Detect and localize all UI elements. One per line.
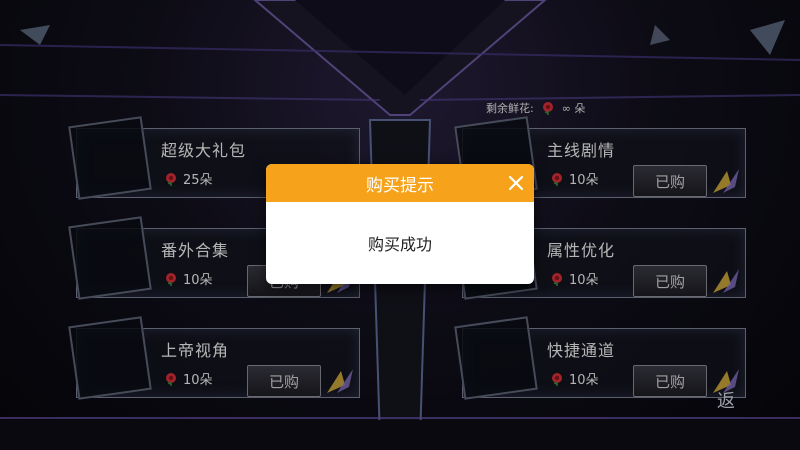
purchase-dialog: 购买提示 购买成功: [266, 164, 534, 284]
dialog-body: 购买成功: [266, 202, 534, 284]
dialog-title: 购买提示: [366, 175, 434, 196]
dialog-message: 购买成功: [367, 235, 432, 254]
close-icon[interactable]: [506, 173, 526, 193]
dialog-header: 购买提示: [266, 164, 534, 202]
game-shop-screen: 剩余鲜花: ∞ 朵 超级大礼包 25朵 番外合集 10朵 已购 上帝视角 10朵: [0, 0, 800, 450]
